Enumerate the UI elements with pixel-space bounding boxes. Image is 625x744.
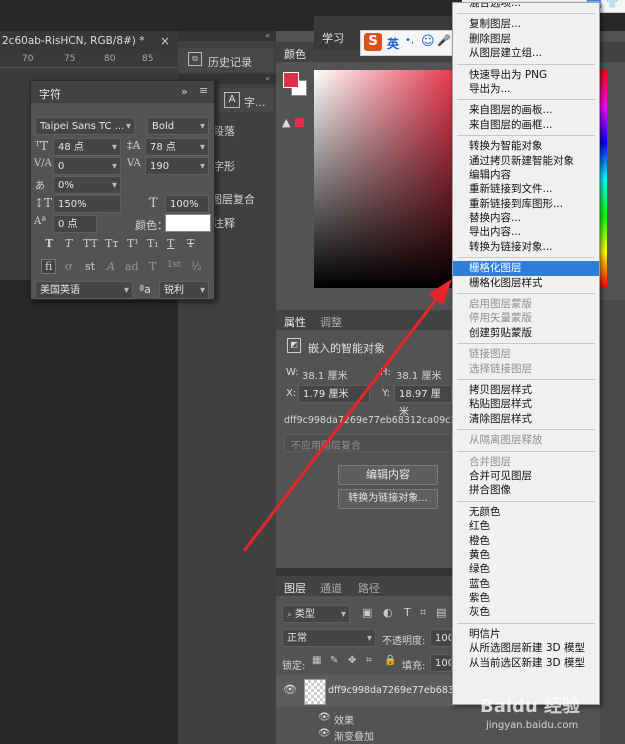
watermark-text: Baidu 经验	[480, 696, 581, 717]
baidu-watermark: Baidu 经验 jingyan.baidu.com	[480, 692, 620, 742]
annotation-arrow	[242, 279, 452, 552]
arrow-head	[428, 279, 452, 305]
foreground-color-swatch-front[interactable]	[283, 72, 299, 88]
arrow-shaft	[242, 296, 440, 552]
watermark-subtext: jingyan.baidu.com	[486, 720, 579, 731]
